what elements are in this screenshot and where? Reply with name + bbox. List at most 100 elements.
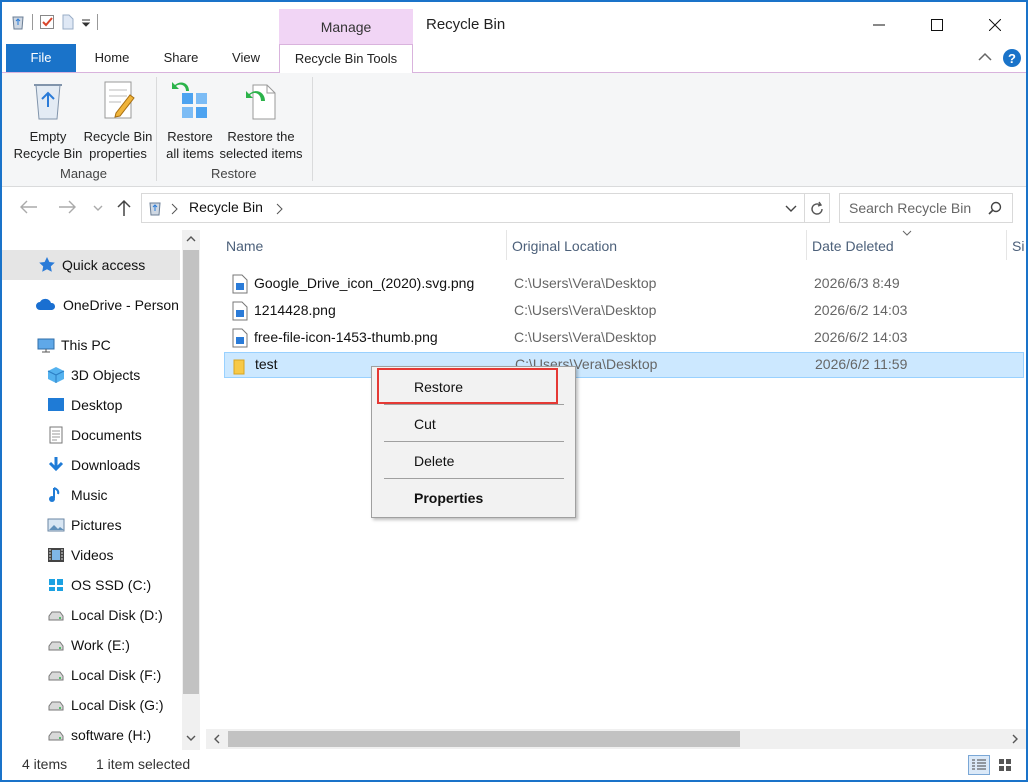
column-divider[interactable] <box>1006 230 1007 260</box>
sidebar-item-quick-access[interactable]: Quick access <box>2 250 180 280</box>
table-row[interactable]: 1214428.png C:\Users\Vera\Desktop 2026/6… <box>224 298 1024 324</box>
selection-count: 1 item selected <box>96 756 191 772</box>
refresh-icon <box>811 201 823 215</box>
tab-view[interactable]: View <box>224 44 268 72</box>
tab-file[interactable]: File <box>6 44 76 72</box>
collapse-ribbon-icon[interactable] <box>978 52 992 62</box>
ribbon-separator <box>312 77 313 181</box>
large-icons-view-button[interactable] <box>995 755 1017 775</box>
empty-recycle-bin-button[interactable]: Empty Recycle Bin <box>12 79 84 162</box>
sidebar-item-software-h[interactable]: software (H:) <box>2 720 180 750</box>
column-header-size[interactable]: Si <box>1012 238 1024 254</box>
scroll-up-arrow-icon[interactable] <box>186 235 196 243</box>
breadcrumb-chevron-icon[interactable] <box>275 203 283 215</box>
column-header-name[interactable]: Name <box>226 238 263 254</box>
scroll-down-arrow-icon[interactable] <box>186 734 196 742</box>
tab-recycle-bin-tools[interactable]: Recycle Bin Tools <box>279 44 413 73</box>
back-arrow-icon[interactable] <box>20 200 38 214</box>
table-row[interactable]: free-file-icon-1453-thumb.png C:\Users\V… <box>224 325 1024 351</box>
search-input[interactable]: Search Recycle Bin <box>839 193 1013 223</box>
png-file-icon <box>232 274 248 294</box>
sidebar-item-videos[interactable]: Videos <box>2 540 180 570</box>
sidebar-item-local-disk-g[interactable]: Local Disk (G:) <box>2 690 180 720</box>
sidebar-item-work-e[interactable]: Work (E:) <box>2 630 180 660</box>
restore-selected-items-button[interactable]: Restore the selected items <box>216 79 306 162</box>
sort-chevron-icon <box>902 230 912 236</box>
column-header-date-deleted[interactable]: Date Deleted <box>812 238 894 254</box>
breadcrumb-recycle-bin[interactable]: Recycle Bin <box>189 199 263 215</box>
column-divider[interactable] <box>806 230 807 260</box>
address-bar[interactable]: Recycle Bin <box>141 193 805 223</box>
scroll-right-arrow-icon[interactable] <box>1011 734 1019 744</box>
tab-home[interactable]: Home <box>88 44 136 72</box>
menu-separator <box>384 441 564 442</box>
horizontal-scroll-thumb[interactable] <box>228 731 740 747</box>
restore-selected-label-2: selected items <box>219 146 303 161</box>
sidebar-scroll-thumb[interactable] <box>183 250 199 694</box>
customize-toolbar-chevron-icon[interactable] <box>81 17 91 27</box>
menu-separator <box>384 404 564 405</box>
sidebar-item-music[interactable]: Music <box>2 480 180 510</box>
sidebar-item-pictures[interactable]: Pictures <box>2 510 180 540</box>
menu-separator <box>384 478 564 479</box>
sidebar-item-label: Local Disk (F:) <box>71 667 162 683</box>
props-label-2: properties <box>89 146 147 161</box>
column-divider[interactable] <box>506 230 507 260</box>
table-row-selected[interactable]: test C:\Users\Vera\Desktop 2026/6/2 11:5… <box>224 352 1024 378</box>
menu-item-properties[interactable]: Properties <box>414 490 483 506</box>
cloud-icon <box>36 298 56 310</box>
tab-share[interactable]: Share <box>157 44 205 72</box>
maximize-button[interactable] <box>914 10 960 40</box>
empty-label-2: Recycle Bin <box>13 146 83 161</box>
sidebar-item-documents[interactable]: Documents <box>2 420 180 450</box>
minimize-button[interactable] <box>856 10 902 40</box>
sidebar-item-downloads[interactable]: Downloads <box>2 450 180 480</box>
help-icon[interactable]: ? <box>1002 48 1022 68</box>
recycle-bin-properties-button[interactable]: Recycle Bin properties <box>82 79 154 162</box>
new-folder-icon[interactable] <box>61 14 75 30</box>
ribbon-separator <box>156 77 157 181</box>
computer-icon <box>37 338 55 353</box>
empty-recycle-bin-icon <box>34 84 62 120</box>
sidebar-item-this-pc[interactable]: This PC <box>2 330 180 360</box>
recycle-bin-small-icon[interactable] <box>10 14 26 30</box>
sidebar-item-label: OneDrive - Person <box>63 297 179 313</box>
sidebar-item-desktop[interactable]: Desktop <box>2 390 180 420</box>
large-icons-view-icon <box>999 759 1011 771</box>
close-button[interactable] <box>972 10 1018 40</box>
png-file-icon <box>232 301 248 321</box>
properties-check-icon[interactable] <box>39 14 55 30</box>
breadcrumb-chevron-icon[interactable] <box>170 203 178 215</box>
cube-icon <box>47 367 65 383</box>
up-arrow-icon[interactable] <box>117 199 131 217</box>
refresh-button[interactable] <box>804 193 830 223</box>
sidebar-item-local-disk-f[interactable]: Local Disk (F:) <box>2 660 180 690</box>
sidebar-item-local-disk-d[interactable]: Local Disk (D:) <box>2 600 180 630</box>
column-header-original-location[interactable]: Original Location <box>512 238 617 254</box>
details-view-button[interactable] <box>968 755 990 775</box>
table-row[interactable]: Google_Drive_icon_(2020).svg.png C:\User… <box>224 271 1024 297</box>
search-icon <box>988 201 1002 215</box>
restore-all-items-button[interactable]: Restore all items <box>162 79 218 162</box>
drive-icon <box>48 611 64 621</box>
menu-item-cut[interactable]: Cut <box>414 416 436 432</box>
restore-selected-label-1: Restore the <box>227 129 295 144</box>
drive-icon <box>48 731 64 741</box>
menu-item-delete[interactable]: Delete <box>414 453 454 469</box>
file-name: test <box>255 356 278 372</box>
forward-arrow-icon[interactable] <box>58 200 76 214</box>
recent-locations-chevron-icon[interactable] <box>93 204 103 212</box>
pictures-icon <box>47 518 65 532</box>
drive-icon <box>48 701 64 711</box>
sidebar-item-3d-objects[interactable]: 3D Objects <box>2 360 180 390</box>
group-label-manage: Manage <box>60 166 107 181</box>
sidebar-item-os-ssd-c[interactable]: OS SSD (C:) <box>2 570 180 600</box>
scroll-left-arrow-icon[interactable] <box>213 734 221 744</box>
sidebar-item-label: Quick access <box>62 257 146 273</box>
maximize-icon <box>931 19 943 31</box>
address-dropdown-chevron-icon[interactable] <box>785 205 797 213</box>
sidebar-item-onedrive[interactable]: OneDrive - Person <box>2 290 180 320</box>
sidebar-item-label: software (H:) <box>71 727 152 743</box>
document-icon <box>49 426 63 444</box>
search-placeholder: Search Recycle Bin <box>849 200 972 216</box>
